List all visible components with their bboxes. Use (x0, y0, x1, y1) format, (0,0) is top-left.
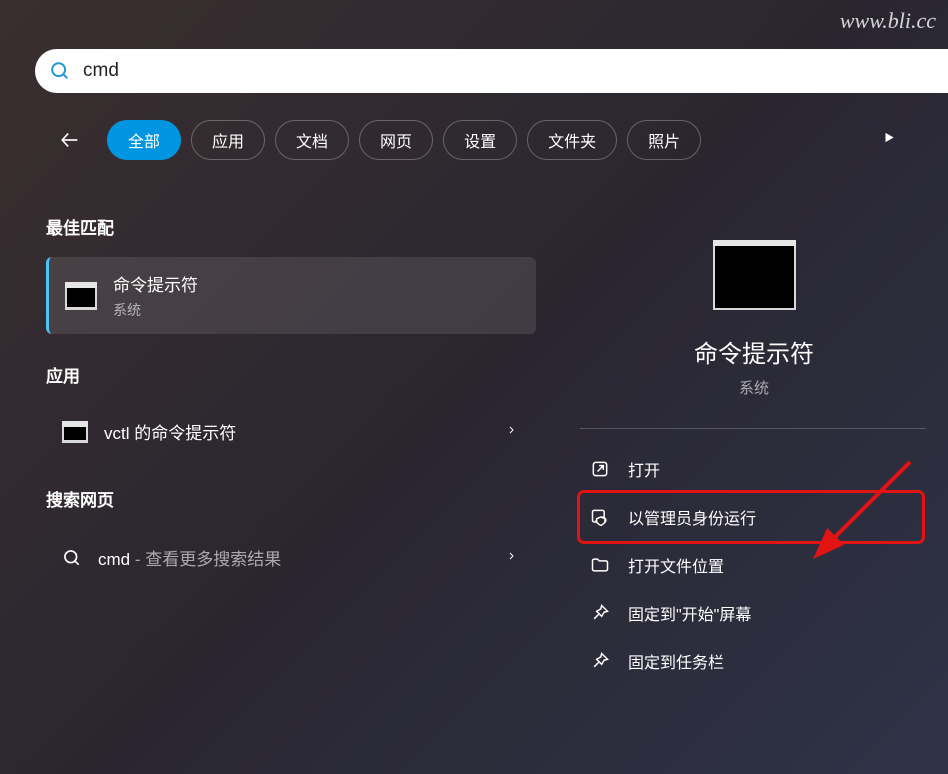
search-bar[interactable] (35, 49, 948, 93)
filter-pill-web[interactable]: 网页 (359, 120, 433, 160)
search-input[interactable] (83, 60, 934, 82)
action-open[interactable]: 打开 (580, 445, 922, 493)
admin-icon (590, 507, 610, 527)
action-pin-start[interactable]: 固定到"开始"屏幕 (580, 589, 922, 637)
more-filters-icon[interactable] (882, 131, 896, 150)
filter-pill-folders[interactable]: 文件夹 (527, 120, 617, 160)
details-pane: 命令提示符 系统 打开 以管理员身份运行 打开文件位置 固定到"开始"屏幕 固定… (560, 200, 948, 774)
app-result-title: vctl 的命令提示符 (104, 419, 236, 444)
search-icon (49, 60, 71, 82)
action-label: 固定到"开始"屏幕 (628, 601, 751, 625)
action-label: 以管理员身份运行 (628, 505, 756, 529)
action-run-as-admin[interactable]: 以管理员身份运行 (580, 493, 922, 541)
section-apps: 应用 (46, 362, 536, 387)
watermark: www.bli.cc (840, 8, 936, 34)
best-match-title: 命令提示符 (113, 271, 198, 296)
open-icon (590, 459, 610, 479)
best-match-result[interactable]: 命令提示符 系统 (46, 257, 536, 334)
filter-pill-docs[interactable]: 文档 (275, 120, 349, 160)
cmd-icon (713, 240, 796, 310)
action-pin-taskbar[interactable]: 固定到任务栏 (580, 637, 922, 685)
action-label: 打开 (628, 457, 660, 481)
filter-row: 全部 应用 文档 网页 设置 文件夹 照片 (58, 120, 948, 160)
details-subtitle: 系统 (739, 377, 769, 398)
filter-pill-apps[interactable]: 应用 (191, 120, 265, 160)
filter-pill-photos[interactable]: 照片 (627, 120, 701, 160)
back-arrow[interactable] (58, 128, 82, 152)
cmd-icon (62, 421, 88, 443)
pin-icon (590, 651, 610, 671)
chevron-right-icon (507, 549, 516, 566)
action-list: 打开 以管理员身份运行 打开文件位置 固定到"开始"屏幕 固定到任务栏 (560, 445, 948, 685)
action-label: 打开文件位置 (628, 553, 724, 577)
section-web: 搜索网页 (46, 486, 536, 511)
cmd-icon (65, 282, 97, 310)
web-result-suffix: - 查看更多搜索结果 (130, 550, 281, 569)
web-result-prefix: cmd (98, 550, 130, 569)
divider (580, 428, 926, 429)
search-icon (62, 548, 82, 568)
results-column: 最佳匹配 命令提示符 系统 应用 vctl 的命令提示符 搜索网页 cmd - … (46, 200, 536, 586)
best-match-subtitle: 系统 (113, 300, 198, 320)
filter-pill-all[interactable]: 全部 (107, 120, 181, 160)
app-result[interactable]: vctl 的命令提示符 (46, 405, 536, 458)
web-result-text: cmd - 查看更多搜索结果 (98, 545, 281, 570)
action-label: 固定到任务栏 (628, 649, 724, 673)
folder-icon (590, 555, 610, 575)
web-result[interactable]: cmd - 查看更多搜索结果 (46, 529, 536, 586)
chevron-right-icon (507, 423, 516, 440)
action-open-location[interactable]: 打开文件位置 (580, 541, 922, 589)
section-best-match: 最佳匹配 (46, 214, 536, 239)
pin-icon (590, 603, 610, 623)
filter-pill-settings[interactable]: 设置 (443, 120, 517, 160)
details-title: 命令提示符 (694, 334, 814, 369)
